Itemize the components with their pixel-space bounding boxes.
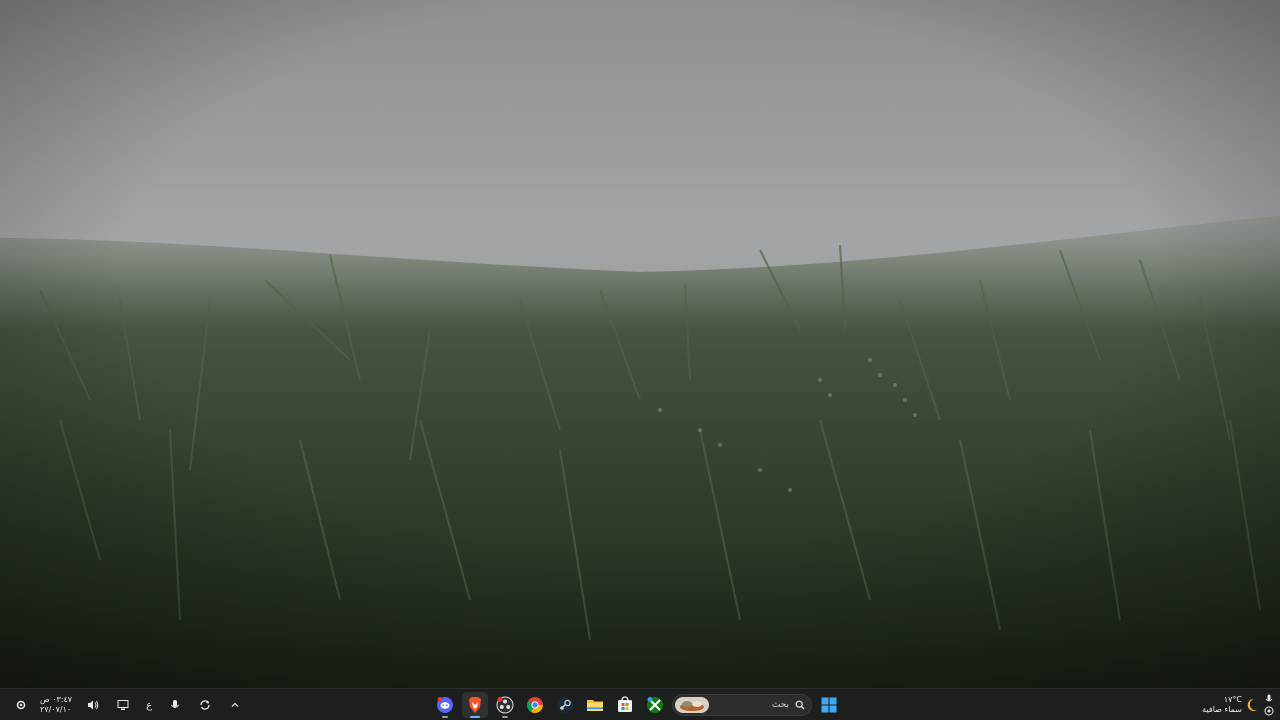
start-button[interactable]: [816, 692, 842, 718]
steam-icon: [557, 697, 573, 713]
brave-app-button[interactable]: [462, 692, 488, 718]
brave-icon: [469, 697, 481, 713]
clock-date: ٢٧/٠٧/١٠: [40, 705, 72, 714]
network-icon[interactable]: [110, 692, 136, 718]
windows-start-icon: [821, 697, 837, 713]
chevron-up-icon[interactable]: [222, 692, 248, 718]
microsoft-store-app-button[interactable]: [612, 692, 638, 718]
obs-icon: [496, 696, 514, 714]
weather-condition: سماء صافية: [1202, 705, 1242, 714]
weather-temperature: ١٧°C: [1223, 695, 1242, 704]
steam-app-button[interactable]: [552, 692, 578, 718]
microphone-in-use-icon[interactable]: [1265, 694, 1273, 704]
notification-bell-icon[interactable]: [1264, 706, 1274, 716]
running-indicator: [470, 716, 480, 718]
tray-extra-icons: [1264, 694, 1274, 716]
file-explorer-app-button[interactable]: [582, 692, 608, 718]
store-icon: [618, 696, 632, 712]
settings-gear-icon[interactable]: [8, 692, 34, 718]
search-icon: [795, 700, 805, 710]
language-indicator[interactable]: ع: [140, 692, 158, 718]
weather-widget[interactable]: ١٧°C سماء صافية: [1202, 695, 1258, 715]
discord-icon: [437, 697, 453, 713]
search-highlight-image: [675, 697, 709, 713]
microphone-icon[interactable]: [162, 692, 188, 718]
taskbar: ٠٣:٤٧ ص ٢٧/٠٧/١٠ ع بحث ١٧°C سماء صافية: [0, 688, 1280, 720]
search-placeholder: بحث: [771, 700, 789, 710]
sync-icon[interactable]: [192, 692, 218, 718]
taskbar-apps: بحث: [432, 689, 842, 720]
folder-icon: [587, 700, 603, 711]
clock[interactable]: ٠٣:٤٧ ص ٢٧/٠٧/١٠: [40, 695, 72, 715]
desktop: ٠٣:٤٧ ص ٢٧/٠٧/١٠ ع بحث ١٧°C سماء صافية: [0, 0, 1280, 720]
running-indicator: [502, 716, 508, 718]
moon-weather-icon: [1247, 698, 1257, 711]
weather-widget-area: ١٧°C سماء صافية: [1202, 689, 1274, 720]
taskbar-search-box[interactable]: بحث: [672, 694, 812, 716]
xbox-icon: [647, 697, 663, 713]
running-indicator: [442, 716, 448, 718]
clock-time: ٠٣:٤٧ ص: [40, 695, 73, 704]
obs-app-button[interactable]: [492, 692, 518, 718]
chrome-app-button[interactable]: [522, 692, 548, 718]
discord-app-button[interactable]: [432, 692, 458, 718]
chrome-icon: [526, 697, 543, 714]
volume-icon[interactable]: [80, 692, 106, 718]
xbox-app-button[interactable]: [642, 692, 668, 718]
wallpaper-grass-field: [0, 0, 1280, 688]
weather-text: ١٧°C سماء صافية: [1202, 695, 1242, 715]
system-tray: ٠٣:٤٧ ص ٢٧/٠٧/١٠ ع: [8, 689, 248, 720]
